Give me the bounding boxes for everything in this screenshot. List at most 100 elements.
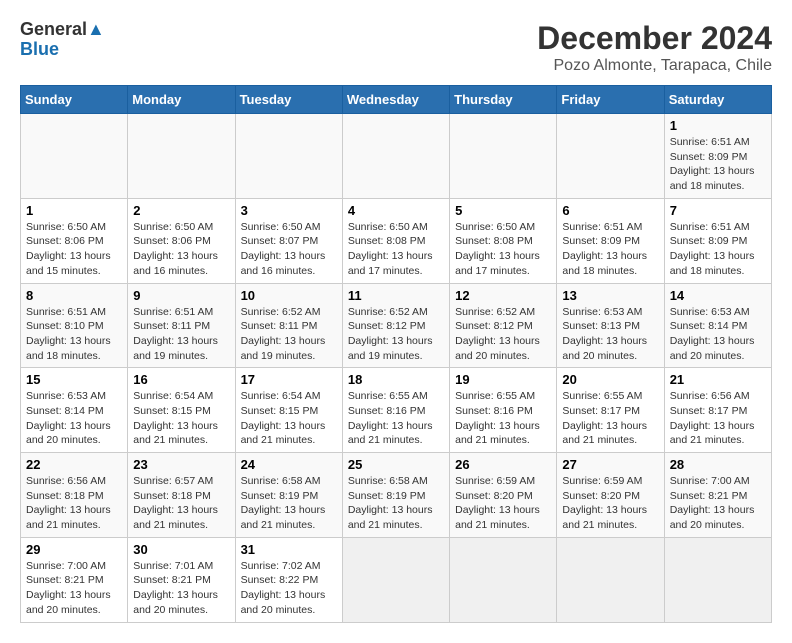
day-number: 30 xyxy=(133,542,229,557)
column-header-wednesday: Wednesday xyxy=(342,86,449,114)
calendar-cell: 3 Sunrise: 6:50 AMSunset: 8:07 PMDaylight… xyxy=(235,198,342,283)
day-number: 20 xyxy=(562,372,658,387)
calendar-cell xyxy=(342,114,449,199)
day-number: 8 xyxy=(26,288,122,303)
day-info: Sunrise: 6:57 AMSunset: 8:18 PMDaylight:… xyxy=(133,474,229,533)
calendar-cell: 31 Sunrise: 7:02 AMSunset: 8:22 PMDayligh… xyxy=(235,537,342,622)
calendar-cell: 18 Sunrise: 6:55 AMSunset: 8:16 PMDayligh… xyxy=(342,368,449,453)
calendar-cell xyxy=(450,537,557,622)
day-info: Sunrise: 6:59 AMSunset: 8:20 PMDaylight:… xyxy=(455,474,551,533)
day-number: 24 xyxy=(241,457,337,472)
day-info: Sunrise: 7:00 AMSunset: 8:21 PMDaylight:… xyxy=(26,559,122,618)
calendar-cell xyxy=(557,537,664,622)
day-number: 1 xyxy=(26,203,122,218)
day-info: Sunrise: 6:53 AMSunset: 8:14 PMDaylight:… xyxy=(670,305,766,364)
calendar-cell: 7 Sunrise: 6:51 AMSunset: 8:09 PMDaylight… xyxy=(664,198,771,283)
day-info: Sunrise: 6:59 AMSunset: 8:20 PMDaylight:… xyxy=(562,474,658,533)
day-number: 31 xyxy=(241,542,337,557)
calendar-cell xyxy=(450,114,557,199)
day-number: 10 xyxy=(241,288,337,303)
day-info: Sunrise: 6:55 AMSunset: 8:16 PMDaylight:… xyxy=(455,389,551,448)
column-header-thursday: Thursday xyxy=(450,86,557,114)
calendar-cell: 6 Sunrise: 6:51 AMSunset: 8:09 PMDaylight… xyxy=(557,198,664,283)
day-info: Sunrise: 6:51 AMSunset: 8:10 PMDaylight:… xyxy=(26,305,122,364)
column-header-tuesday: Tuesday xyxy=(235,86,342,114)
week-row-5: 22 Sunrise: 6:56 AMSunset: 8:18 PMDayligh… xyxy=(21,453,772,538)
calendar-cell: 26Sunrise: 6:59 AMSunset: 8:20 PMDayligh… xyxy=(450,453,557,538)
calendar-cell: 15 Sunrise: 6:53 AMSunset: 8:14 PMDayligh… xyxy=(21,368,128,453)
day-info: Sunrise: 7:02 AMSunset: 8:22 PMDaylight:… xyxy=(241,559,337,618)
day-number: 29 xyxy=(26,542,122,557)
day-number: 22 xyxy=(26,457,122,472)
calendar-cell: 4Sunrise: 6:50 AMSunset: 8:08 PMDaylight… xyxy=(342,198,449,283)
day-info: Sunrise: 6:54 AMSunset: 8:15 PMDaylight:… xyxy=(133,389,229,448)
calendar-cell: 27 Sunrise: 6:59 AMSunset: 8:20 PMDayligh… xyxy=(557,453,664,538)
day-number: 1 xyxy=(670,118,766,133)
day-number: 6 xyxy=(562,203,658,218)
day-info: Sunrise: 6:56 AMSunset: 8:18 PMDaylight:… xyxy=(26,474,122,533)
day-info: Sunrise: 6:50 AMSunset: 8:06 PMDaylight:… xyxy=(26,220,122,279)
day-info: Sunrise: 6:52 AMSunset: 8:12 PMDaylight:… xyxy=(455,305,551,364)
column-header-monday: Monday xyxy=(128,86,235,114)
day-number: 21 xyxy=(670,372,766,387)
day-info: Sunrise: 6:53 AMSunset: 8:13 PMDaylight:… xyxy=(562,305,658,364)
day-number: 18 xyxy=(348,372,444,387)
day-number: 12 xyxy=(455,288,551,303)
subtitle: Pozo Almonte, Tarapaca, Chile xyxy=(537,57,772,75)
day-info: Sunrise: 6:51 AMSunset: 8:09 PMDaylight:… xyxy=(562,220,658,279)
calendar-cell: 17Sunrise: 6:54 AMSunset: 8:15 PMDayligh… xyxy=(235,368,342,453)
day-number: 28 xyxy=(670,457,766,472)
column-header-saturday: Saturday xyxy=(664,86,771,114)
column-header-friday: Friday xyxy=(557,86,664,114)
day-info: Sunrise: 7:00 AMSunset: 8:21 PMDaylight:… xyxy=(670,474,766,533)
calendar-cell: 19 Sunrise: 6:55 AMSunset: 8:16 PMDayligh… xyxy=(450,368,557,453)
calendar-cell: 1 Sunrise: 6:50 AMSunset: 8:06 PMDaylight… xyxy=(21,198,128,283)
calendar-cell: 9Sunrise: 6:51 AMSunset: 8:11 PMDaylight… xyxy=(128,283,235,368)
week-row-6: 29 Sunrise: 7:00 AMSunset: 8:21 PMDayligh… xyxy=(21,537,772,622)
day-number: 19 xyxy=(455,372,551,387)
day-number: 7 xyxy=(670,203,766,218)
calendar-cell: 30Sunrise: 7:01 AMSunset: 8:21 PMDayligh… xyxy=(128,537,235,622)
day-info: Sunrise: 6:58 AMSunset: 8:19 PMDaylight:… xyxy=(348,474,444,533)
week-row-3: 8 Sunrise: 6:51 AMSunset: 8:10 PMDaylight… xyxy=(21,283,772,368)
column-header-sunday: Sunday xyxy=(21,86,128,114)
main-title: December 2024 xyxy=(537,20,772,57)
logo: General▲ Blue xyxy=(20,20,105,60)
calendar-cell: 10Sunrise: 6:52 AMSunset: 8:11 PMDayligh… xyxy=(235,283,342,368)
day-number: 4 xyxy=(348,203,444,218)
calendar-cell: 23 Sunrise: 6:57 AMSunset: 8:18 PMDayligh… xyxy=(128,453,235,538)
day-number: 16 xyxy=(133,372,229,387)
day-info: Sunrise: 6:53 AMSunset: 8:14 PMDaylight:… xyxy=(26,389,122,448)
calendar-cell: 20 Sunrise: 6:55 AMSunset: 8:17 PMDayligh… xyxy=(557,368,664,453)
calendar-cell: 1Sunrise: 6:51 AMSunset: 8:09 PMDaylight… xyxy=(664,114,771,199)
day-number: 27 xyxy=(562,457,658,472)
calendar-cell: 24Sunrise: 6:58 AMSunset: 8:19 PMDayligh… xyxy=(235,453,342,538)
day-number: 5 xyxy=(455,203,551,218)
calendar-table: SundayMondayTuesdayWednesdayThursdayFrid… xyxy=(20,85,772,623)
day-info: Sunrise: 6:50 AMSunset: 8:07 PMDaylight:… xyxy=(241,220,337,279)
day-info: Sunrise: 6:51 AMSunset: 8:09 PMDaylight:… xyxy=(670,220,766,279)
calendar-cell: 28 Sunrise: 7:00 AMSunset: 8:21 PMDayligh… xyxy=(664,453,771,538)
calendar-cell: 25 Sunrise: 6:58 AMSunset: 8:19 PMDayligh… xyxy=(342,453,449,538)
calendar-cell: 11 Sunrise: 6:52 AMSunset: 8:12 PMDayligh… xyxy=(342,283,449,368)
calendar-cell: 16 Sunrise: 6:54 AMSunset: 8:15 PMDayligh… xyxy=(128,368,235,453)
day-number: 15 xyxy=(26,372,122,387)
calendar-cell: 21Sunrise: 6:56 AMSunset: 8:17 PMDayligh… xyxy=(664,368,771,453)
day-number: 25 xyxy=(348,457,444,472)
calendar-cell xyxy=(128,114,235,199)
day-number: 2 xyxy=(133,203,229,218)
day-number: 3 xyxy=(241,203,337,218)
calendar-cell: 2Sunrise: 6:50 AMSunset: 8:06 PMDaylight… xyxy=(128,198,235,283)
calendar-cell: 5Sunrise: 6:50 AMSunset: 8:08 PMDaylight… xyxy=(450,198,557,283)
day-info: Sunrise: 6:52 AMSunset: 8:12 PMDaylight:… xyxy=(348,305,444,364)
day-info: Sunrise: 6:55 AMSunset: 8:16 PMDaylight:… xyxy=(348,389,444,448)
calendar-cell: 22 Sunrise: 6:56 AMSunset: 8:18 PMDayligh… xyxy=(21,453,128,538)
day-number: 23 xyxy=(133,457,229,472)
calendar-cell: 8 Sunrise: 6:51 AMSunset: 8:10 PMDaylight… xyxy=(21,283,128,368)
calendar-cell xyxy=(342,537,449,622)
day-info: Sunrise: 6:55 AMSunset: 8:17 PMDaylight:… xyxy=(562,389,658,448)
week-row-4: 15 Sunrise: 6:53 AMSunset: 8:14 PMDayligh… xyxy=(21,368,772,453)
day-number: 11 xyxy=(348,288,444,303)
calendar-cell xyxy=(664,537,771,622)
day-info: Sunrise: 6:54 AMSunset: 8:15 PMDaylight:… xyxy=(241,389,337,448)
